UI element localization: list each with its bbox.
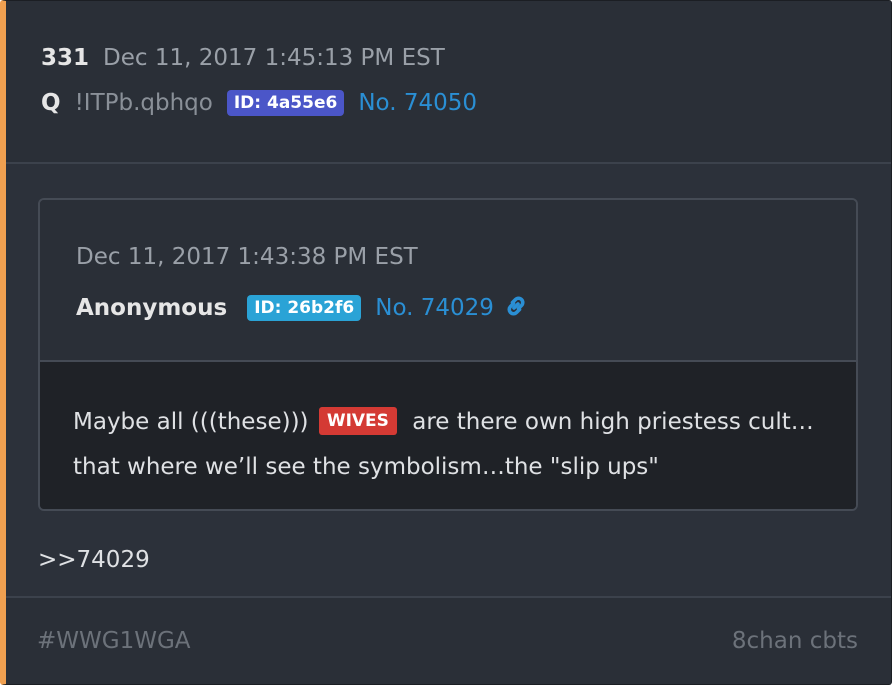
quoted-post-timestamp: Dec 11, 2017 1:43:38 PM EST [76, 244, 418, 270]
post-author: Q [41, 90, 61, 116]
quoted-post-number-link[interactable]: No. 74029 [375, 295, 494, 321]
quoted-post: Dec 11, 2017 1:43:38 PM EST Anonymous ID… [38, 198, 858, 511]
post-header: 331 Dec 11, 2017 1:45:13 PM EST Q !ITPb.… [6, 1, 891, 164]
post-number: 331 [41, 45, 90, 71]
quoted-post-author: Anonymous [76, 295, 228, 321]
post-tripcode: !ITPb.qbhqo [74, 90, 213, 116]
quoted-text-before: Maybe all (((these))) [73, 409, 309, 435]
post-footer: #WWG1WGA 8chan cbts [6, 596, 891, 684]
quoted-post-body: Maybe all (((these))) WIVES are there ow… [40, 362, 856, 509]
wives-tag: WIVES [318, 407, 397, 435]
post-meta-row: 331 Dec 11, 2017 1:45:13 PM EST [41, 45, 891, 81]
reply-text: >>74029 [38, 547, 150, 573]
link-icon[interactable] [502, 293, 530, 323]
post-body: Dec 11, 2017 1:43:38 PM EST Anonymous ID… [6, 164, 891, 601]
quoted-text-after: are there own high priestess cult… [412, 409, 814, 435]
quoted-post-id-badge: ID: 26b2f6 [247, 295, 362, 321]
post-card: 331 Dec 11, 2017 1:45:13 PM EST Q !ITPb.… [0, 0, 892, 685]
post-author-row: Q !ITPb.qbhqo ID: 4a55e6 No. 74050 [41, 81, 891, 125]
footer-hashtag: #WWG1WGA [37, 628, 191, 654]
post-number-link[interactable]: No. 74050 [358, 90, 477, 116]
quoted-post-author-row: Anonymous ID: 26b2f6 No. 74029 [76, 286, 856, 330]
quoted-post-header: Dec 11, 2017 1:43:38 PM EST Anonymous ID… [40, 200, 856, 362]
post-timestamp: Dec 11, 2017 1:45:13 PM EST [103, 45, 445, 71]
quoted-post-line-2: that where we’ll see the symbolism…the "… [73, 454, 659, 480]
footer-source: 8chan cbts [731, 628, 858, 654]
post-id-badge: ID: 4a55e6 [226, 90, 345, 116]
quoted-post-line-1: Maybe all (((these))) WIVES are there ow… [73, 400, 856, 445]
